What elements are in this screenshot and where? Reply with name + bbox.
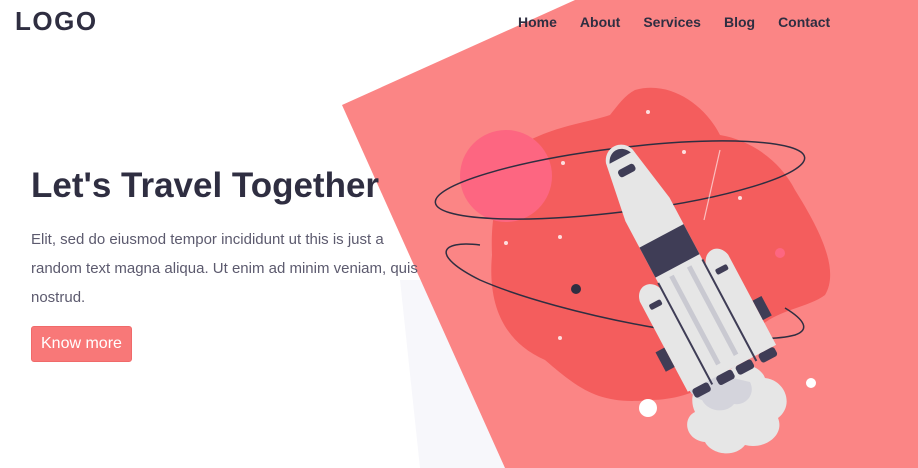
main-nav: Home About Services Blog Contact xyxy=(518,14,853,30)
star-dot xyxy=(558,235,562,239)
nav-link-about[interactable]: About xyxy=(580,14,620,30)
smoke-dot xyxy=(639,399,657,417)
site-logo[interactable]: LOGO xyxy=(15,6,98,37)
nav-link-services[interactable]: Services xyxy=(643,14,701,30)
hero-section: Let's Travel Together Elit, sed do eiusm… xyxy=(31,166,421,362)
hero-description: Elit, sed do eiusmod tempor incididunt u… xyxy=(31,231,418,306)
star-dot xyxy=(738,196,742,200)
pink-dot xyxy=(775,248,785,258)
top-navbar: LOGO Home About Services Blog Contact xyxy=(0,0,918,44)
nav-link-contact[interactable]: Contact xyxy=(778,14,830,30)
planet-circle xyxy=(460,130,552,222)
dark-dot xyxy=(571,284,581,294)
know-more-button[interactable]: Know more xyxy=(31,326,132,362)
star-dot xyxy=(504,241,508,245)
smoke-dot xyxy=(806,378,816,388)
star-dot xyxy=(682,150,686,154)
star-dot xyxy=(561,161,565,165)
hero-title: Let's Travel Together xyxy=(31,166,380,205)
star-dot xyxy=(646,110,650,114)
nav-link-home[interactable]: Home xyxy=(518,14,557,30)
star-dot xyxy=(558,336,562,340)
nav-link-blog[interactable]: Blog xyxy=(724,14,755,30)
rocket-launch-illustration xyxy=(434,87,831,454)
